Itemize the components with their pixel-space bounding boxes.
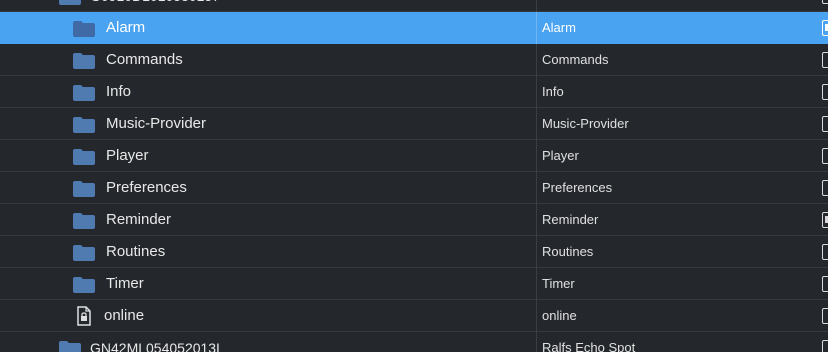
tree-row-label: G0910D1010530157 <box>90 0 220 12</box>
tree-row-device[interactable]: G0910D1010530157 Wohnzimmer <box>0 0 828 12</box>
tree-row-reminder[interactable]: Reminder Reminder <box>0 204 828 236</box>
tree-row-label: Preferences <box>106 179 187 196</box>
tree-row-label: Info <box>106 83 132 100</box>
row-control[interactable] <box>822 308 828 324</box>
tree-row-label: Reminder <box>106 211 172 228</box>
tree-row-label: online <box>104 307 145 324</box>
tree-row-value: Commands <box>542 52 609 67</box>
tree-row-value: Routines <box>542 244 594 259</box>
folder-icon <box>59 341 81 352</box>
tree-row-value: Reminder <box>542 212 599 227</box>
tree-row-routines[interactable]: Routines Routines <box>0 236 828 268</box>
tree-row-label: Commands <box>106 51 183 68</box>
folder-icon <box>73 117 95 133</box>
folder-icon <box>73 149 95 165</box>
tree-row-value: Wohnzimmer <box>542 0 618 12</box>
tree-row-value: Player <box>542 148 579 163</box>
tree-row-label: GN42ML054052013L <box>90 340 224 352</box>
folder-icon <box>59 0 81 5</box>
tree-row-device[interactable]: GN42ML054052013L Ralfs Echo Spot <box>0 332 828 352</box>
tree-row-online[interactable]: online online <box>0 300 828 332</box>
tree-row-value: Timer <box>542 276 575 291</box>
object-tree: G0910D1010530157 Wohnzimmer Alarm Alarm … <box>0 0 828 352</box>
column-divider <box>536 44 537 76</box>
column-divider <box>536 140 537 172</box>
column-divider <box>536 204 537 236</box>
column-divider <box>536 108 537 140</box>
column-divider <box>536 300 537 332</box>
row-control[interactable] <box>822 148 828 164</box>
tree-row-label: Music-Provider <box>106 115 207 132</box>
row-control[interactable] <box>822 116 828 132</box>
column-divider <box>536 332 537 352</box>
column-divider <box>536 12 537 44</box>
row-control[interactable] <box>822 276 828 292</box>
column-divider <box>536 0 537 12</box>
tree-row-info[interactable]: Info Info <box>0 76 828 108</box>
folder-icon <box>73 181 95 197</box>
tree-row-value: Preferences <box>542 180 613 195</box>
state-file-icon <box>77 306 91 326</box>
folder-icon <box>73 213 95 229</box>
tree-row-value: Info <box>542 84 564 99</box>
row-control[interactable] <box>822 244 828 260</box>
column-divider <box>536 268 537 300</box>
row-control[interactable] <box>822 180 828 196</box>
row-control[interactable] <box>822 52 828 68</box>
tree-row-music-provider[interactable]: Music-Provider Music-Provider <box>0 108 828 140</box>
column-divider <box>536 236 537 268</box>
row-control[interactable] <box>822 212 828 228</box>
tree-row-value: Ralfs Echo Spot <box>542 340 636 352</box>
folder-icon <box>73 277 95 293</box>
column-divider <box>536 172 537 204</box>
row-control[interactable] <box>822 20 828 36</box>
tree-row-player[interactable]: Player Player <box>0 140 828 172</box>
folder-icon <box>73 245 95 261</box>
folder-icon <box>73 85 95 101</box>
row-control[interactable] <box>822 0 828 4</box>
column-divider <box>536 76 537 108</box>
tree-row-label: Timer <box>106 275 144 292</box>
tree-row-value: online <box>542 308 577 323</box>
row-control[interactable] <box>822 84 828 100</box>
folder-icon <box>73 21 95 37</box>
tree-row-label: Player <box>106 147 149 164</box>
folder-icon <box>73 53 95 69</box>
tree-row-label: Alarm <box>106 19 146 36</box>
tree-row-value: Music-Provider <box>542 116 629 131</box>
tree-row-timer[interactable]: Timer Timer <box>0 268 828 300</box>
tree-row-alarm[interactable]: Alarm Alarm <box>0 12 828 44</box>
row-control[interactable] <box>822 340 828 352</box>
tree-row-preferences[interactable]: Preferences Preferences <box>0 172 828 204</box>
tree-row-commands[interactable]: Commands Commands <box>0 44 828 76</box>
tree-row-value: Alarm <box>542 20 576 35</box>
tree-row-label: Routines <box>106 243 166 260</box>
